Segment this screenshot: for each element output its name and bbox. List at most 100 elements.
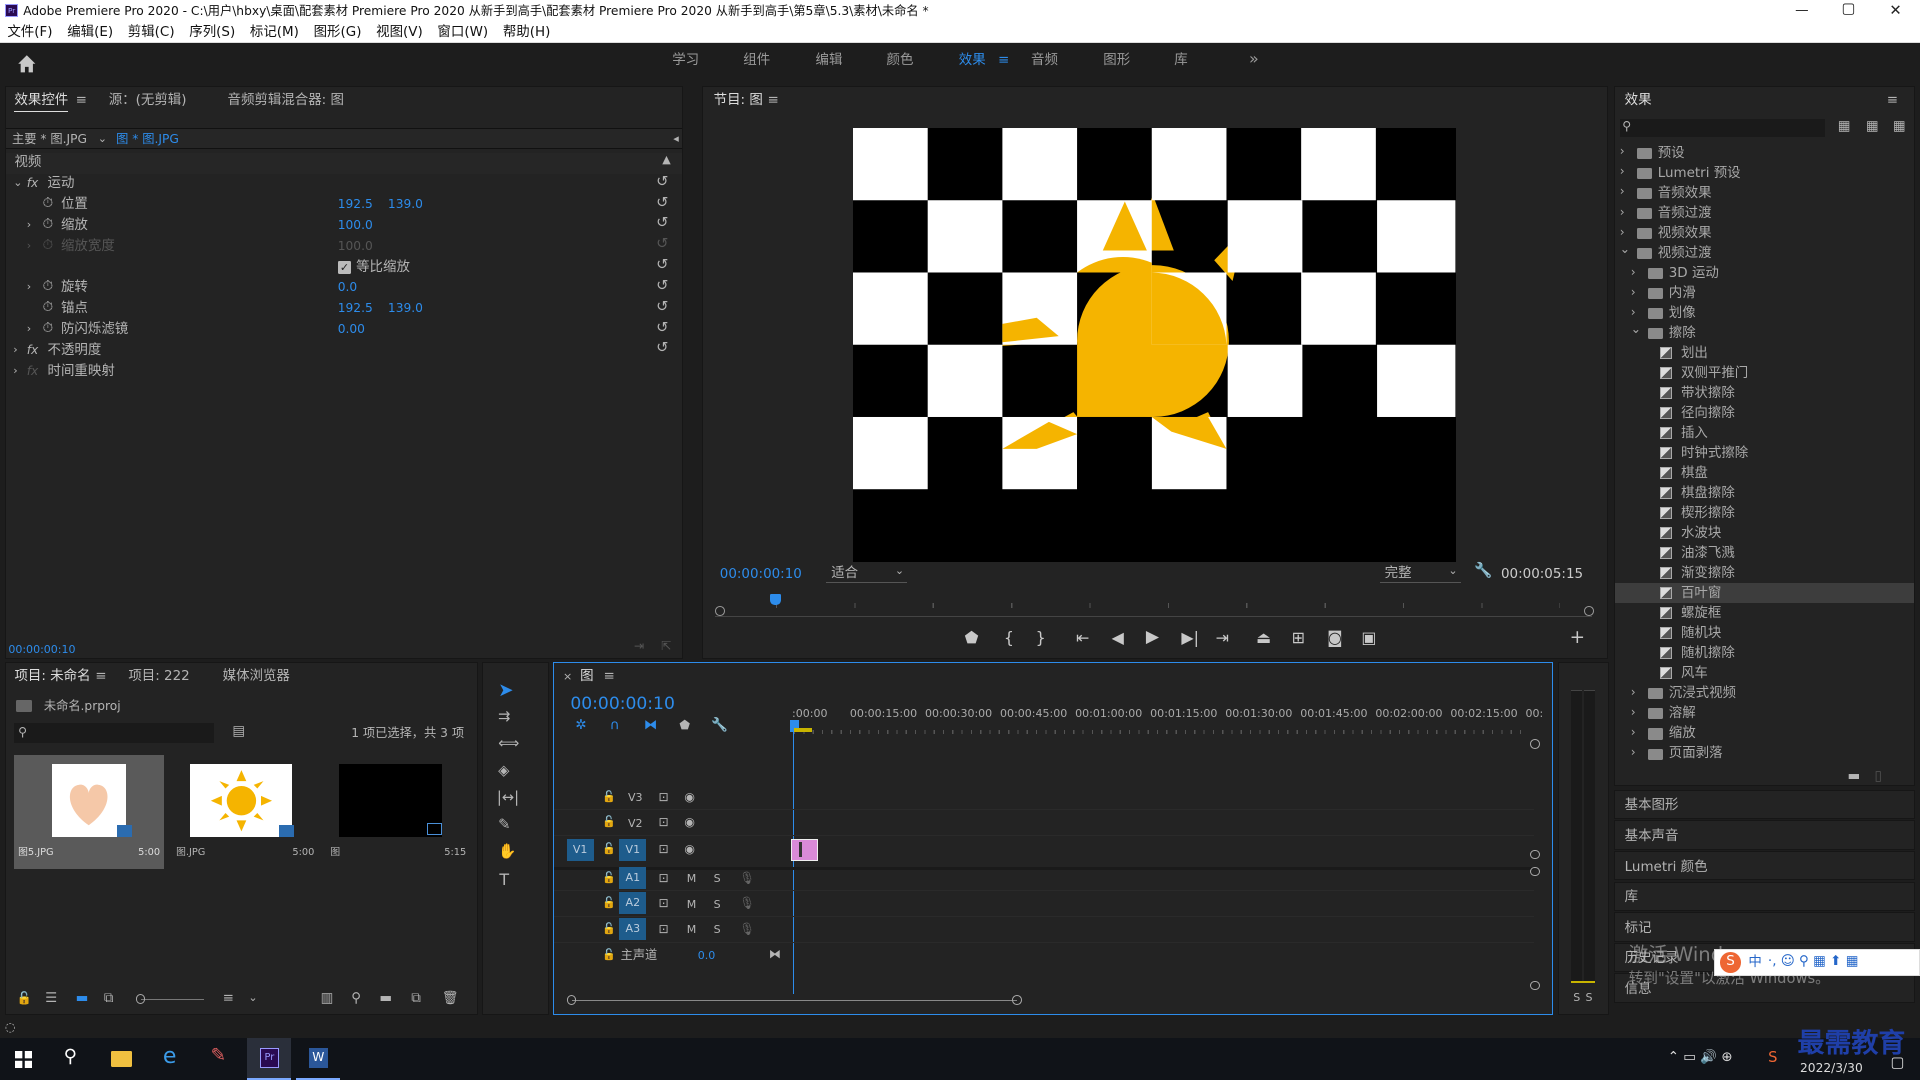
file-explorer-icon[interactable] [111, 1050, 133, 1067]
yuv-effects-icon[interactable]: ▦ [1893, 120, 1906, 133]
scale-value[interactable]: 100.0 [338, 219, 373, 231]
home-icon[interactable] [17, 54, 37, 74]
automate-icon[interactable]: ▥ [321, 991, 334, 1005]
zoom-slider-handle[interactable] [135, 994, 146, 1004]
sync-lock-icon[interactable]: ⊡ [659, 791, 669, 803]
tab-project-untitled[interactable]: 项目: 未命名 [14, 669, 90, 683]
master-volume[interactable]: 0.0 [698, 950, 716, 961]
zoom-handle-right[interactable] [1584, 605, 1595, 616]
scroll-up-icon[interactable]: ▲ [662, 154, 670, 165]
effects-search-input[interactable]: ⚲ [1619, 118, 1826, 137]
menu-sequence[interactable]: 序列(S) [189, 25, 235, 42]
sync-lock-icon[interactable]: ⊡ [659, 843, 669, 855]
wrench-icon[interactable]: 🔧 [1474, 563, 1492, 579]
source-patch-v1[interactable]: V1 [566, 838, 594, 861]
menu-help[interactable]: 帮助(H) [503, 25, 551, 42]
ws-tab-assembly[interactable]: 组件 [743, 54, 770, 67]
tab-project-222[interactable]: 项目: 222 [128, 669, 189, 683]
expand-icon[interactable]: ⌄ [13, 177, 22, 188]
ime-mode[interactable]: 中 [1748, 956, 1761, 969]
lock-icon[interactable]: 🔓 [602, 923, 616, 934]
tab-media-browser[interactable]: 媒体浏览器 [223, 669, 290, 683]
eye-icon[interactable]: ◉ [684, 843, 695, 855]
maximize-button[interactable]: ▢ [1842, 2, 1856, 17]
selection-tool-icon[interactable]: ➤ [498, 681, 513, 700]
effects-folder[interactable]: › 溶解 [1615, 704, 1914, 724]
ime-toolbar[interactable]: S 中 ·, ☺ ⚲ ▦ ⬆ ▦ [1714, 948, 1920, 976]
collapse-icon[interactable]: ◂ [673, 133, 679, 144]
premiere-taskbar-icon[interactable]: Pr [247, 1038, 292, 1080]
word-taskbar-icon[interactable]: W [296, 1038, 341, 1080]
quality-dropdown[interactable]: 完整 ⌄ [1379, 564, 1461, 583]
add-button-icon[interactable]: + [1570, 628, 1585, 647]
opacity-row[interactable]: › fx 不透明度 ↺ [6, 340, 682, 361]
menu-window[interactable]: 窗口(W) [437, 25, 488, 42]
solo-button[interactable]: S [714, 899, 721, 910]
effects-folder[interactable]: › 预设 [1615, 143, 1914, 163]
ws-tab-editing[interactable]: 编辑 [816, 54, 843, 67]
effects-folder[interactable]: › 音频过渡 [1615, 203, 1914, 223]
go-to-in-icon[interactable]: ⇤ [1076, 630, 1089, 646]
icon-view-icon[interactable]: ▬ [76, 991, 89, 1005]
pen-icon[interactable]: ✎ [498, 817, 510, 833]
effects-folder[interactable]: › 3D 运动 [1615, 263, 1914, 283]
lock-icon[interactable]: 🔓 [602, 816, 616, 827]
chevron-down-icon[interactable]: ⌄ [98, 133, 107, 144]
timeline-clip[interactable] [790, 838, 818, 861]
antiflicker-value[interactable]: 0.00 [338, 323, 365, 335]
effects-item[interactable]: 双侧平推门 [1615, 363, 1914, 383]
stopwatch-icon[interactable]: ⏱ [43, 217, 54, 231]
search-icon[interactable]: ⚲ [64, 1047, 77, 1066]
extract-icon[interactable]: ⊞ [1292, 630, 1305, 646]
chevron-right-icon[interactable]: › [1620, 205, 1625, 218]
lock-icon[interactable]: 🔓 [17, 991, 32, 1004]
lock-icon[interactable]: 🔓 [602, 791, 616, 802]
effects-item[interactable]: 随机擦除 [1615, 644, 1914, 664]
v-scroll-handle[interactable] [1530, 980, 1541, 991]
mute-button[interactable]: M [687, 924, 697, 935]
track-select-icon[interactable]: ⇉ [498, 709, 510, 725]
effects-folder[interactable]: › 页面剥落 [1615, 744, 1914, 764]
menu-marker[interactable]: 标记(M) [250, 25, 299, 42]
rotation-value[interactable]: 0.0 [338, 281, 357, 293]
slip-icon[interactable]: |↔| [497, 790, 519, 806]
h-scroll-handle[interactable] [1012, 995, 1023, 1006]
new-item-icon[interactable]: ⧉ [411, 991, 421, 1005]
chevron-right-icon[interactable]: › [1631, 726, 1636, 738]
sync-lock-icon[interactable]: ⊡ [659, 816, 669, 828]
nest-icon[interactable]: ✲ [575, 718, 586, 732]
mute-button[interactable]: M [687, 873, 697, 884]
effects-item[interactable]: 油漆飞溅 [1615, 543, 1914, 563]
camera-icon[interactable]: ◙ [1327, 630, 1342, 646]
effects-item[interactable]: 渐变擦除 [1615, 563, 1914, 583]
ws-tab-color[interactable]: 颜色 [887, 54, 914, 67]
new-bin-from-search-icon[interactable]: ▤ [232, 724, 245, 738]
ec-settings-icon[interactable]: ⇱ [661, 640, 671, 652]
effects-folder[interactable]: › 内滑 [1615, 283, 1914, 303]
project-item[interactable]: 图5.JPG 5:00 [14, 755, 164, 870]
go-to-out-icon[interactable]: ⇥ [1216, 630, 1229, 646]
lock-icon[interactable]: 🔓 [602, 949, 616, 960]
program-timecode[interactable]: 00:00:00:10 [720, 568, 802, 581]
add-marker-icon[interactable]: ⬟ [965, 630, 979, 646]
new-bin-icon[interactable]: ▬ [379, 991, 392, 1005]
effects-item[interactable]: 楔形擦除 [1615, 503, 1914, 523]
project-item[interactable]: 图 5:15 [323, 755, 472, 869]
master-clip-label[interactable]: 主要 * 图.JPG [12, 133, 87, 145]
minimize-button[interactable]: — [1795, 3, 1808, 17]
effects-folder[interactable]: › 划像 [1615, 303, 1914, 323]
effects-folder[interactable]: ⌄ 擦除 [1615, 323, 1914, 343]
close-button[interactable]: ✕ [1889, 3, 1901, 19]
menu-file[interactable]: 文件(F) [7, 25, 52, 42]
mark-in-icon[interactable]: { [1004, 630, 1014, 646]
chevron-right-icon[interactable]: › [1620, 165, 1625, 177]
play-icon[interactable]: ▶ [1146, 629, 1159, 646]
menu-view[interactable]: 视图(V) [376, 25, 423, 42]
chevron-right-icon[interactable]: › [1631, 746, 1636, 758]
find-icon[interactable]: ⚲ [351, 991, 361, 1005]
time-remap-row[interactable]: › fx 时间重映射 [6, 361, 682, 382]
effects-item[interactable]: 径向擦除 [1615, 403, 1914, 423]
ec-export-icon[interactable]: ⇥ [634, 640, 644, 652]
chevron-right-icon[interactable]: › [27, 323, 31, 334]
v-scroll-handle[interactable] [1530, 866, 1541, 877]
